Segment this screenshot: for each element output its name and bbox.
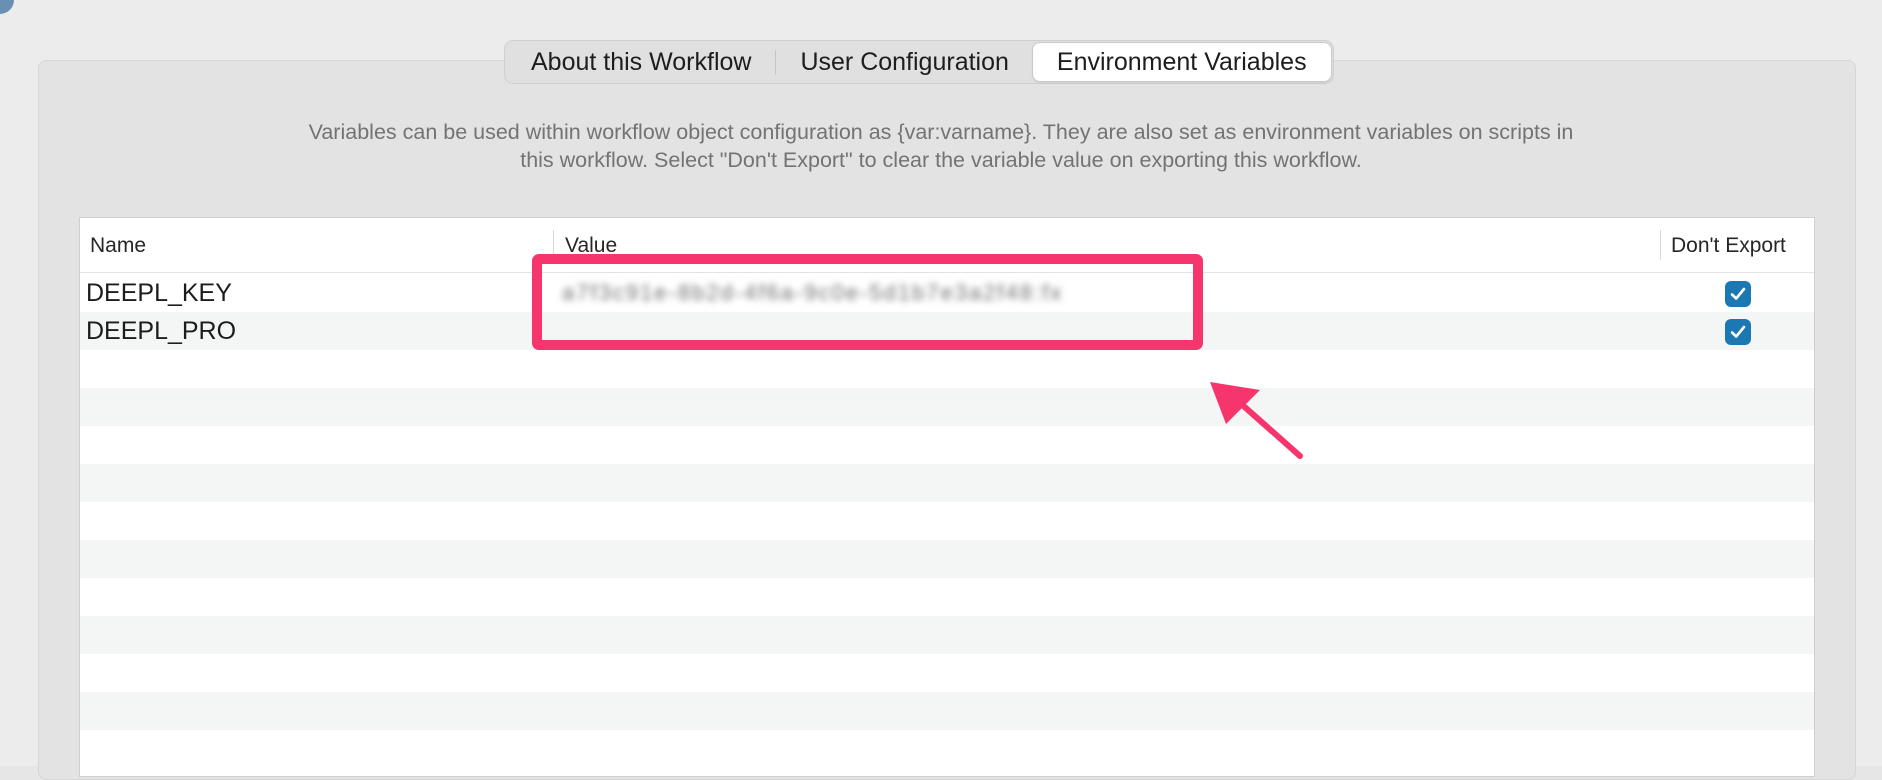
dont-export-checkbox[interactable] [1725, 319, 1751, 345]
tab-environment-variables[interactable]: Environment Variables [1032, 43, 1331, 81]
table-row-empty [80, 464, 1814, 502]
column-header-dont-export[interactable]: Don't Export [1671, 218, 1786, 273]
annotation-highlight-box [532, 254, 1203, 350]
table-row-empty [80, 730, 1814, 768]
window: About this Workflow User Configuration E… [0, 0, 1882, 780]
variable-name[interactable]: DEEPL_PRO [86, 312, 236, 350]
table-row-empty [80, 654, 1814, 692]
table-row-empty [80, 502, 1814, 540]
column-divider[interactable] [1660, 230, 1661, 260]
column-header-name[interactable]: Name [90, 218, 146, 273]
variable-name[interactable]: DEEPL_KEY [86, 274, 232, 312]
table-row-empty [80, 388, 1814, 426]
description-text: Variables can be used within workflow ob… [308, 120, 1574, 172]
window-corner [0, 0, 14, 14]
table-row-empty [80, 540, 1814, 578]
table-row-empty [80, 350, 1814, 388]
table-row-empty [80, 616, 1814, 654]
tab-user-configuration[interactable]: User Configuration [776, 43, 1032, 81]
table-row-empty [80, 426, 1814, 464]
table-row-empty [80, 692, 1814, 730]
tab-bar: About this Workflow User Configuration E… [504, 40, 1334, 84]
arrow-icon [1210, 382, 1303, 459]
dont-export-checkbox[interactable] [1725, 281, 1751, 307]
checkmark-icon [1730, 325, 1746, 338]
table-row-empty [80, 578, 1814, 616]
checkmark-icon [1730, 287, 1746, 300]
tab-about-workflow[interactable]: About this Workflow [507, 43, 775, 81]
